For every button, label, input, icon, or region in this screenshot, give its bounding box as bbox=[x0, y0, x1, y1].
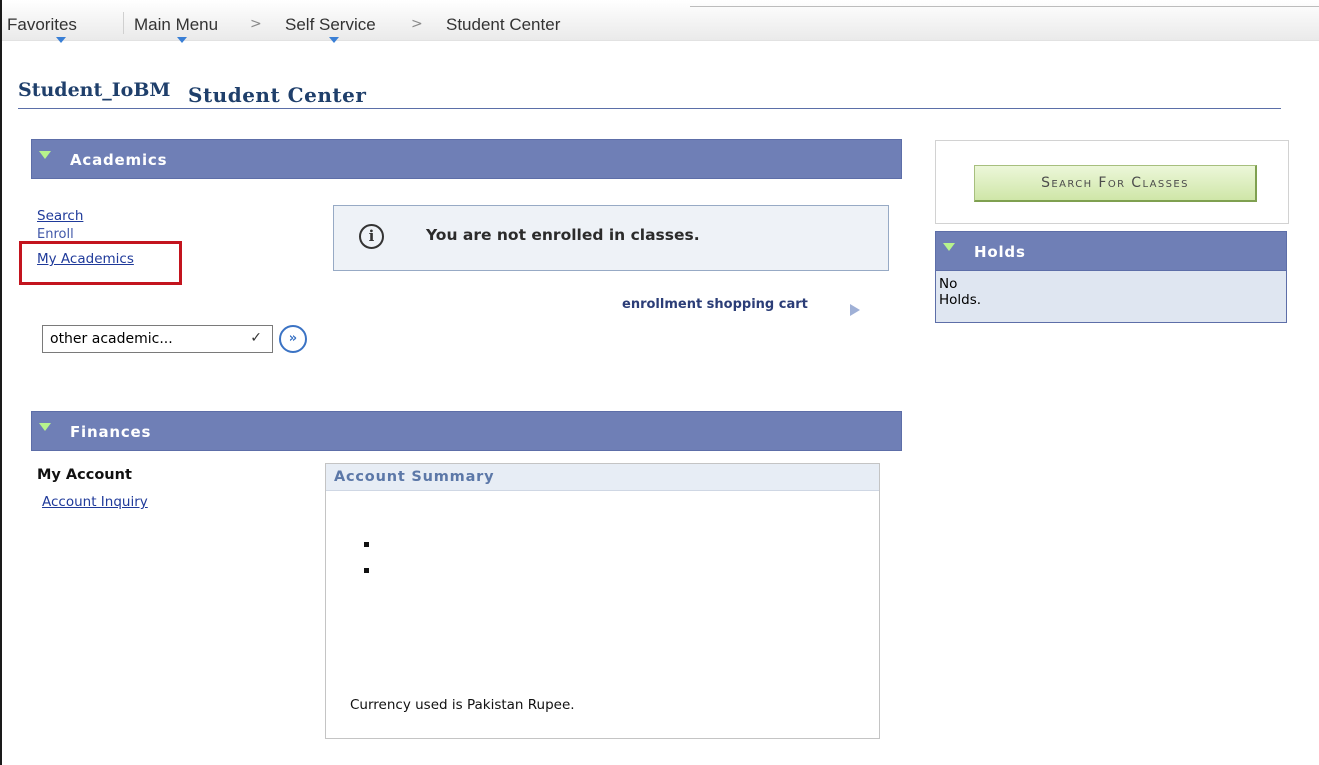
info-icon: i bbox=[359, 224, 384, 249]
top-nav-bar: Favorites Main Menu > Self Service > Stu… bbox=[2, 0, 1319, 43]
nav-self-service[interactable]: Self Service bbox=[285, 15, 376, 35]
enrollment-info-message: You are not enrolled in classes. bbox=[426, 226, 700, 244]
nav-self-service-dropdown-icon[interactable] bbox=[329, 37, 339, 43]
nav-favorites-dropdown-icon[interactable] bbox=[56, 37, 66, 43]
breadcrumb-separator-icon: > bbox=[411, 16, 423, 32]
chevron-down-icon[interactable]: ✓ bbox=[250, 330, 262, 346]
page-title: Student Center bbox=[188, 83, 367, 107]
currency-note: Currency used is Pakistan Rupee. bbox=[350, 697, 575, 713]
enrollment-shopping-cart-link[interactable]: enrollment shopping cart bbox=[622, 297, 808, 312]
holds-section-title: Holds bbox=[974, 243, 1026, 261]
holds-status: No Holds. bbox=[939, 276, 981, 308]
academics-section-title: Academics bbox=[70, 151, 168, 169]
holds-status-line1: No bbox=[939, 276, 958, 292]
account-inquiry-link[interactable]: Account Inquiry bbox=[42, 494, 148, 510]
search-classes-panel: Search For Classes bbox=[935, 140, 1289, 224]
breadcrumb-separator-icon: > bbox=[250, 16, 262, 32]
my-account-heading: My Account bbox=[37, 467, 132, 483]
nav-favorites[interactable]: Favorites bbox=[7, 15, 77, 35]
go-button[interactable]: » bbox=[279, 325, 307, 353]
finances-section-header[interactable]: Finances bbox=[31, 411, 902, 451]
highlight-box bbox=[19, 241, 182, 285]
search-link[interactable]: Search bbox=[37, 208, 83, 224]
play-arrow-icon[interactable] bbox=[850, 304, 860, 316]
bullet-icon bbox=[364, 542, 369, 547]
nav-main-menu-dropdown-icon[interactable] bbox=[177, 37, 187, 43]
collapse-triangle-icon[interactable] bbox=[943, 243, 955, 251]
academics-section-header[interactable]: Academics bbox=[31, 139, 902, 179]
holds-section-header[interactable]: Holds bbox=[935, 231, 1287, 271]
nav-divider bbox=[123, 12, 124, 34]
account-summary-header: Account Summary bbox=[326, 464, 879, 491]
account-summary-panel: Account Summary Currency used is Pakista… bbox=[325, 463, 880, 739]
collapse-triangle-icon[interactable] bbox=[39, 151, 51, 159]
holds-status-line2: Holds. bbox=[939, 292, 982, 308]
enroll-link[interactable]: Enroll bbox=[37, 228, 74, 239]
bullet-icon bbox=[364, 568, 369, 573]
nav-main-menu[interactable]: Main Menu bbox=[134, 15, 218, 35]
nav-student-center[interactable]: Student Center bbox=[446, 15, 560, 35]
title-divider bbox=[18, 108, 1281, 109]
finances-section-title: Finances bbox=[70, 423, 152, 441]
left-border bbox=[0, 0, 2, 765]
top-nav-rule bbox=[690, 6, 1319, 7]
collapse-triangle-icon[interactable] bbox=[39, 423, 51, 431]
holds-body: No Holds. bbox=[935, 271, 1287, 323]
other-academic-select-value: other academic... bbox=[50, 331, 173, 347]
page-user-name: Student_IoBM bbox=[18, 79, 171, 101]
account-summary-title: Account Summary bbox=[334, 469, 495, 485]
other-academic-select[interactable]: other academic... ✓ bbox=[42, 325, 273, 353]
search-for-classes-button[interactable]: Search For Classes bbox=[974, 165, 1257, 202]
enrollment-info-box: i You are not enrolled in classes. bbox=[333, 205, 889, 271]
